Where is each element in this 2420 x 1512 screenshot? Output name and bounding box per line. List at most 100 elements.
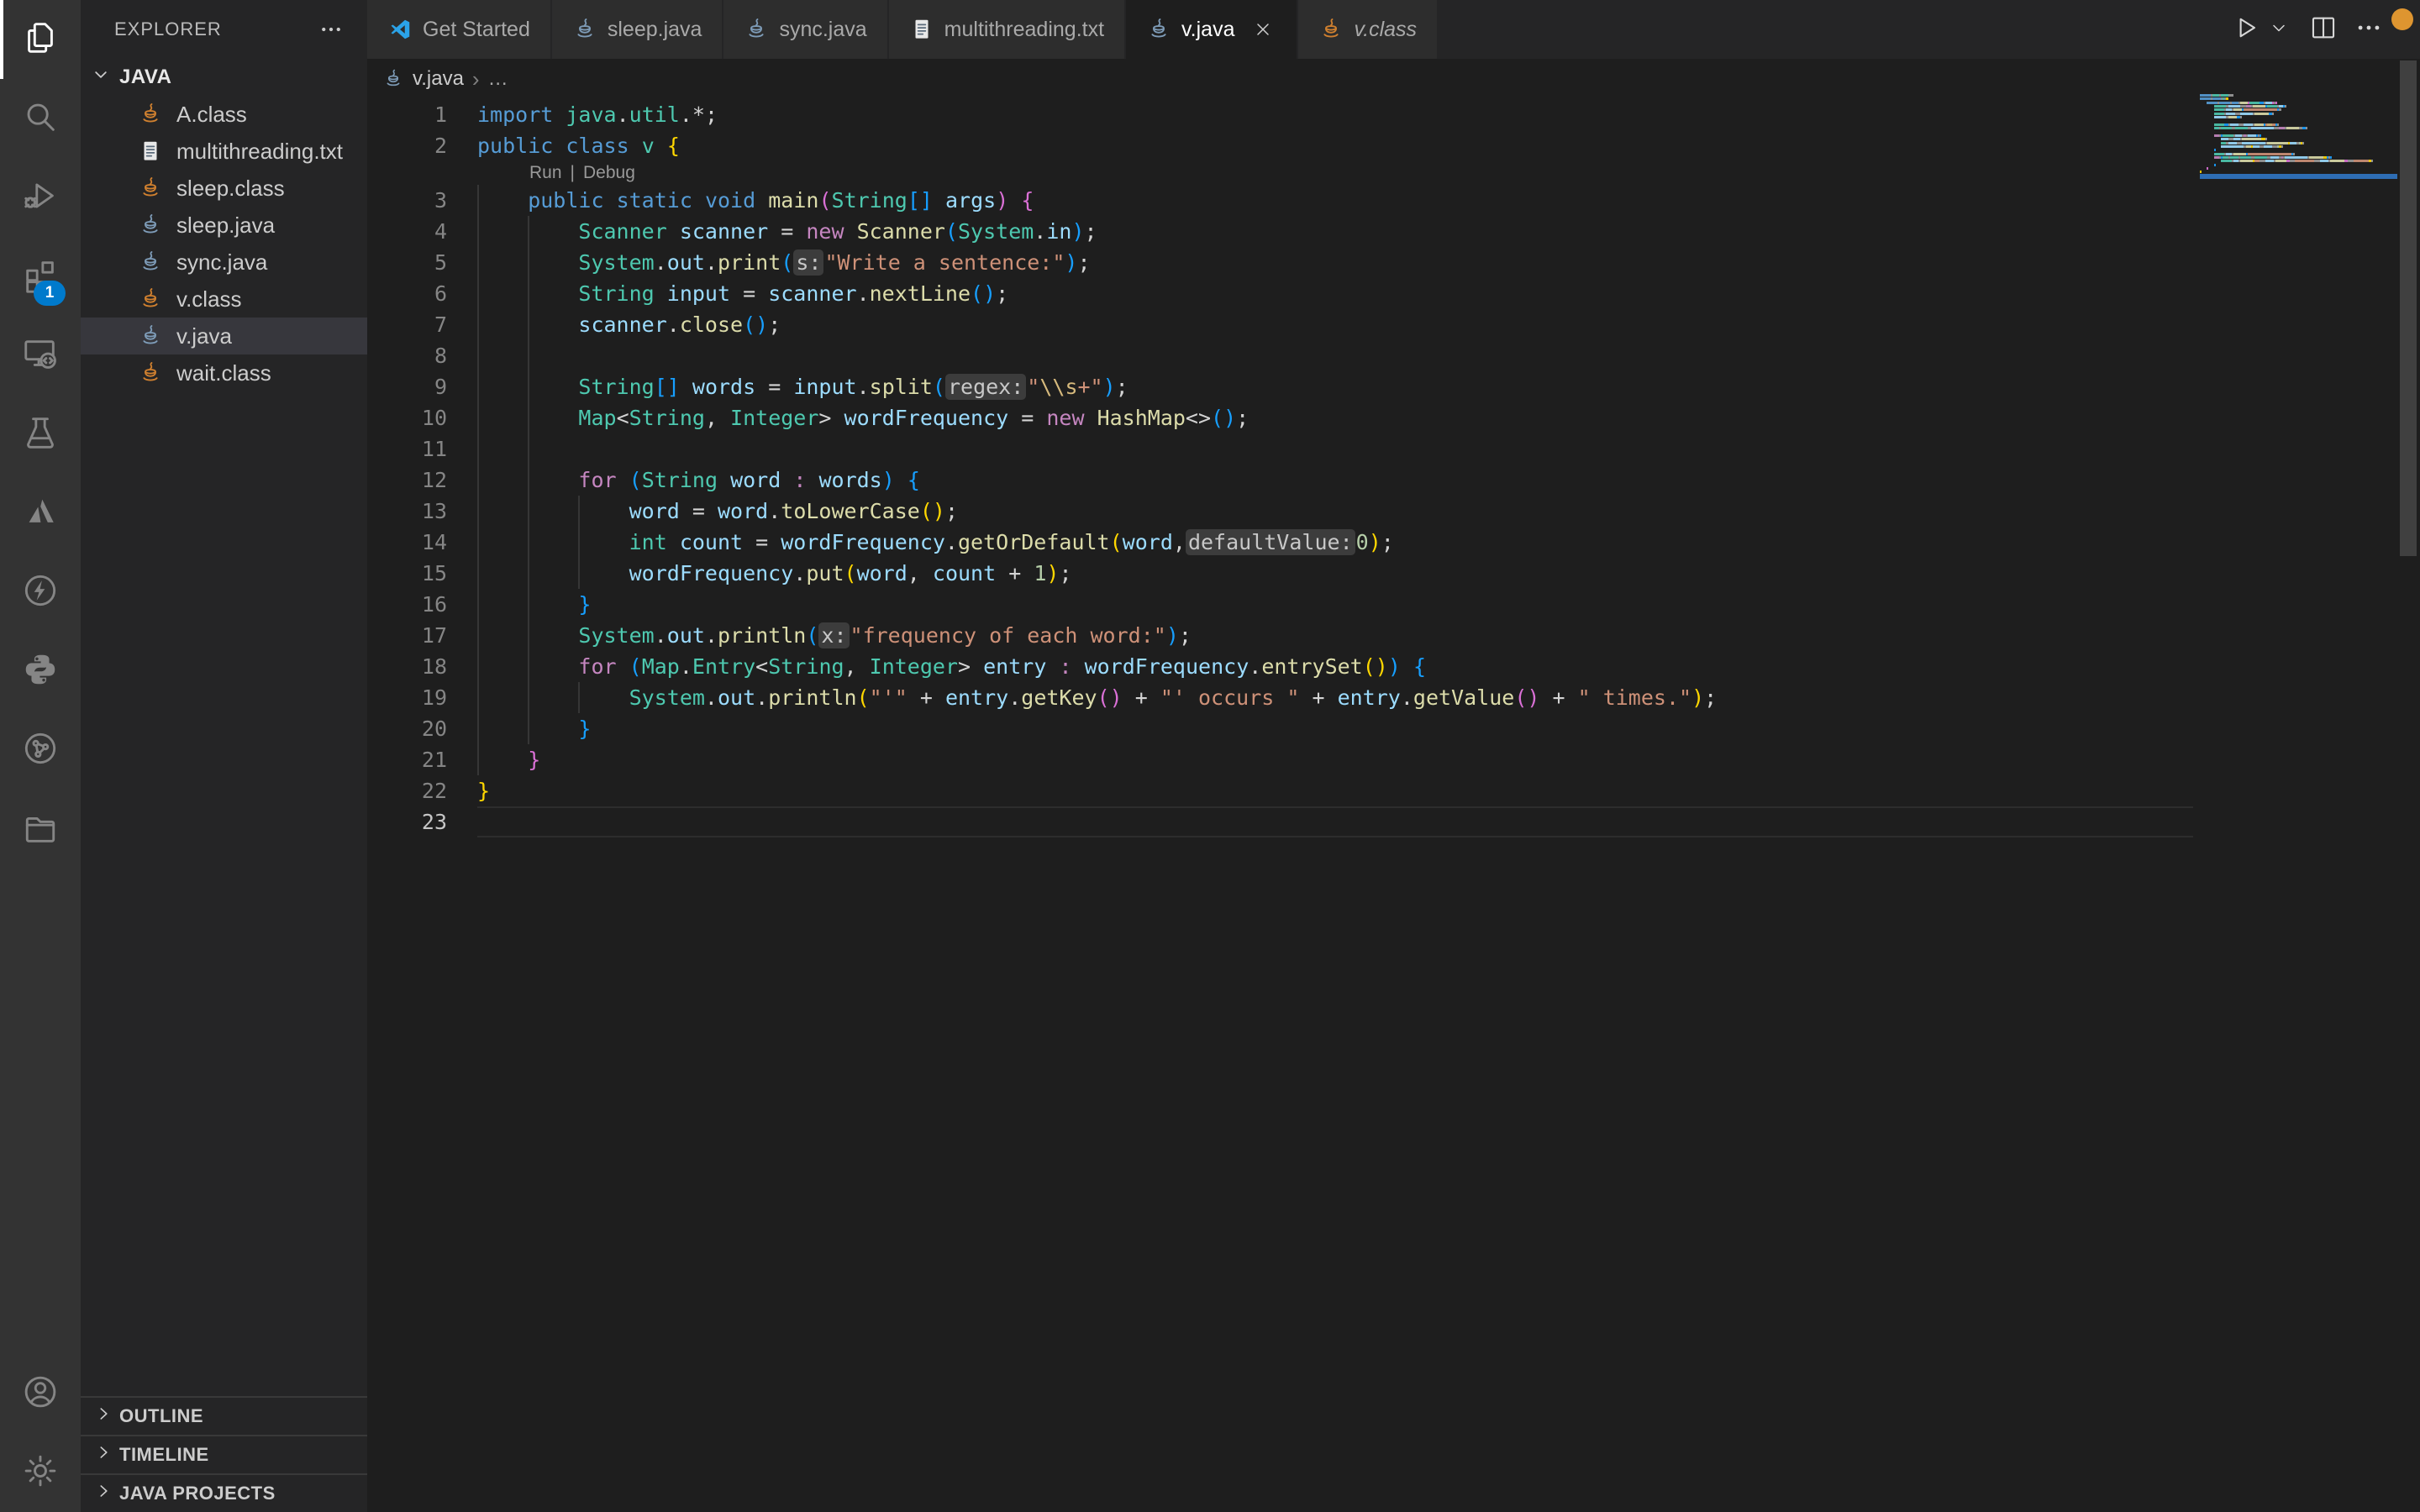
code-line[interactable]: 20 }: [367, 713, 2420, 744]
sidebar-section-outline[interactable]: OUTLINE: [81, 1396, 367, 1435]
code-line-content[interactable]: scanner.close();: [477, 309, 2193, 340]
code-line[interactable]: 15 wordFrequency.put(word, count + 1);: [367, 558, 2420, 589]
sidebar-item-extensions[interactable]: 1: [0, 237, 81, 316]
file-row-v.class[interactable]: v.class: [81, 281, 367, 318]
sidebar-item-live-share[interactable]: [0, 711, 81, 790]
file-row-A.class[interactable]: A.class: [81, 96, 367, 133]
breadcrumb-file[interactable]: v.java: [413, 67, 464, 91]
sidebar-item-azure[interactable]: [0, 474, 81, 553]
code-line-content[interactable]: public static void main(String[] args) {: [477, 185, 2193, 216]
run-dropdown-chevron-icon[interactable]: [2269, 18, 2289, 42]
folder-row-java[interactable]: JAVA: [81, 59, 367, 96]
code-line[interactable]: 17 System.out.println(x:"frequency of ea…: [367, 620, 2420, 651]
sidebar-item-search[interactable]: [0, 79, 81, 158]
inlay-hint: s:: [793, 249, 823, 276]
code-line-content[interactable]: }: [477, 775, 2193, 806]
code-line-content[interactable]: for (Map.Entry<String, Integer> entry : …: [477, 651, 2193, 682]
sidebar-section-java-projects[interactable]: JAVA PROJECTS: [81, 1473, 367, 1512]
code-line-content[interactable]: [477, 806, 2193, 837]
tab-v.class[interactable]: v.class: [1298, 0, 1439, 59]
tab-sleep.java[interactable]: sleep.java: [552, 0, 724, 59]
sidebar-item-project-manager[interactable]: [0, 790, 81, 869]
explorer-more-actions-icon[interactable]: [318, 17, 344, 42]
breadcrumb[interactable]: v.java › …: [367, 59, 2420, 99]
code-line-content[interactable]: int count = wordFrequency.getOrDefault(w…: [477, 527, 2193, 558]
code-line[interactable]: 14 int count = wordFrequency.getOrDefaul…: [367, 527, 2420, 558]
code-line-content[interactable]: word = word.toLowerCase();: [477, 496, 2193, 527]
sidebar-item-explorer[interactable]: [0, 0, 81, 79]
code-line[interactable]: 21 }: [367, 744, 2420, 775]
code-line[interactable]: 2 public class v {: [367, 130, 2420, 161]
code-line[interactable]: 4 Scanner scanner = new Scanner(System.i…: [367, 216, 2420, 247]
file-row-sync.java[interactable]: sync.java: [81, 244, 367, 281]
code-line[interactable]: 7 scanner.close();: [367, 309, 2420, 340]
breadcrumb-symbol-more[interactable]: …: [488, 67, 508, 91]
file-row-sleep.class[interactable]: sleep.class: [81, 170, 367, 207]
sidebar-item-python[interactable]: [0, 632, 81, 711]
code-line[interactable]: 10 Map<String, Integer> wordFrequency = …: [367, 402, 2420, 433]
code-line[interactable]: 9 String[] words = input.split(regex:"\\…: [367, 371, 2420, 402]
close-icon[interactable]: [1249, 16, 1276, 43]
code-token: .: [705, 250, 718, 275]
java-source-icon: [744, 17, 769, 42]
sidebar-section-timeline[interactable]: TIMELINE: [81, 1435, 367, 1473]
code-line-content[interactable]: [477, 433, 2193, 465]
code-editor[interactable]: 1 import java.util.*; 2 public class v {…: [367, 99, 2420, 1512]
code-token: close: [680, 312, 743, 337]
code-line[interactable]: 22 }: [367, 775, 2420, 806]
code-lens-run-link[interactable]: Run: [529, 161, 562, 185]
code-token: out: [667, 250, 705, 275]
code-line-content[interactable]: Scanner scanner = new Scanner(System.in)…: [477, 216, 2193, 247]
code-line-content[interactable]: wordFrequency.put(word, count + 1);: [477, 558, 2193, 589]
code-line-content[interactable]: public class v {: [477, 130, 2193, 161]
code-line-content[interactable]: for (String word : words) {: [477, 465, 2193, 496]
sidebar-item-testing[interactable]: [0, 395, 81, 474]
file-row-sleep.java[interactable]: sleep.java: [81, 207, 367, 244]
code-line-content[interactable]: }: [477, 713, 2193, 744]
more-actions-icon[interactable]: [2354, 13, 2383, 46]
code-line-content[interactable]: [477, 340, 2193, 371]
file-row-multithreading.txt[interactable]: multithreading.txt: [81, 133, 367, 170]
code-line[interactable]: 13 word = word.toLowerCase();: [367, 496, 2420, 527]
file-row-v.java[interactable]: v.java: [81, 318, 367, 354]
minimap[interactable]: [2200, 94, 2397, 195]
code-line[interactable]: 1 import java.util.*;: [367, 99, 2420, 130]
settings-button[interactable]: [0, 1433, 81, 1512]
code-token: input: [667, 281, 730, 306]
code-line-content[interactable]: import java.util.*;: [477, 99, 2193, 130]
code-line[interactable]: 19 System.out.println("'" + entry.getKey…: [367, 682, 2420, 713]
sidebar-item-remote-explorer[interactable]: [0, 316, 81, 395]
code-line[interactable]: 16 }: [367, 589, 2420, 620]
sidebar-item-thunder-client[interactable]: [0, 553, 81, 632]
indent-guide: [528, 527, 529, 558]
code-line[interactable]: 5 System.out.print(s:"Write a sentence:"…: [367, 247, 2420, 278]
code-line[interactable]: 12 for (String word : words) {: [367, 465, 2420, 496]
split-editor-button[interactable]: [2309, 13, 2338, 46]
code-line-content[interactable]: String input = scanner.nextLine();: [477, 278, 2193, 309]
code-line[interactable]: 8: [367, 340, 2420, 371]
code-line[interactable]: 3 public static void main(String[] args)…: [367, 185, 2420, 216]
code-line-content[interactable]: System.out.println("'" + entry.getKey() …: [477, 682, 2193, 713]
tab-sync.java[interactable]: sync.java: [723, 0, 888, 59]
remote-explorer-icon: [21, 334, 60, 377]
tab-multithreading.txt[interactable]: multithreading.txt: [889, 0, 1126, 59]
code-line-content[interactable]: System.out.print(s:"Write a sentence:");: [477, 247, 2193, 278]
tab-get-started[interactable]: Get Started: [367, 0, 552, 59]
account-button[interactable]: [0, 1354, 81, 1433]
tab-v.java[interactable]: v.java: [1126, 0, 1298, 59]
code-lens-debug-link[interactable]: Debug: [583, 161, 635, 185]
code-line-content[interactable]: Map<String, Integer> wordFrequency = new…: [477, 402, 2193, 433]
code-line-content[interactable]: }: [477, 589, 2193, 620]
code-token: >: [818, 406, 844, 430]
run-java-button[interactable]: [2232, 13, 2260, 46]
file-row-wait.class[interactable]: wait.class: [81, 354, 367, 391]
scrollbar-slider[interactable]: [2400, 60, 2417, 556]
code-line[interactable]: 6 String input = scanner.nextLine();: [367, 278, 2420, 309]
code-line-content[interactable]: System.out.println(x:"frequency of each …: [477, 620, 2193, 651]
code-line[interactable]: 18 for (Map.Entry<String, Integer> entry…: [367, 651, 2420, 682]
code-line-content[interactable]: String[] words = input.split(regex:"\\s+…: [477, 371, 2193, 402]
code-line[interactable]: 11: [367, 433, 2420, 465]
sidebar-item-run-debug[interactable]: [0, 158, 81, 237]
code-line[interactable]: 23: [367, 806, 2420, 837]
code-line-content[interactable]: }: [477, 744, 2193, 775]
